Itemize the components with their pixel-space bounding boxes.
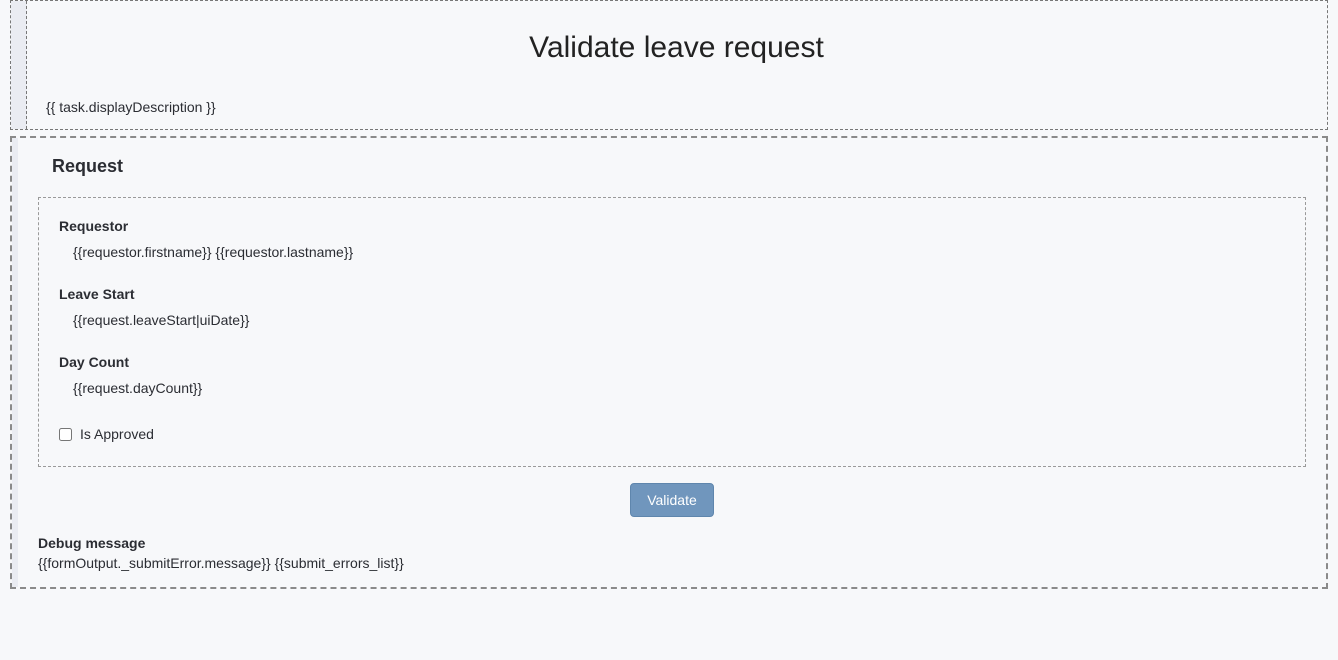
- leavestart-value: {{request.leaveStart|uiDate}}: [59, 312, 1285, 328]
- page-title: Validate leave request: [46, 31, 1307, 65]
- request-details-box: Requestor {{requestor.firstname}} {{requ…: [38, 197, 1306, 467]
- daycount-label: Day Count: [59, 354, 1285, 370]
- debug-text: {{formOutput._submitError.message}} {{su…: [38, 555, 1306, 571]
- is-approved-checkbox[interactable]: [59, 428, 72, 441]
- main-panel: Request Requestor {{requestor.firstname}…: [10, 136, 1328, 589]
- request-heading: Request: [52, 156, 1306, 177]
- validate-button[interactable]: Validate: [630, 483, 714, 517]
- requestor-label: Requestor: [59, 218, 1285, 234]
- daycount-value: {{request.dayCount}}: [59, 380, 1285, 396]
- is-approved-label: Is Approved: [80, 426, 154, 442]
- debug-label: Debug message: [38, 535, 1306, 551]
- requestor-value: {{requestor.firstname}} {{requestor.last…: [59, 244, 1285, 260]
- task-description: {{ task.displayDescription }}: [46, 99, 1307, 115]
- header-panel: Validate leave request {{ task.displayDe…: [10, 0, 1328, 130]
- is-approved-row[interactable]: Is Approved: [59, 426, 1285, 442]
- leavestart-label: Leave Start: [59, 286, 1285, 302]
- button-row: Validate: [38, 483, 1306, 517]
- page-root: Validate leave request {{ task.displayDe…: [0, 0, 1338, 599]
